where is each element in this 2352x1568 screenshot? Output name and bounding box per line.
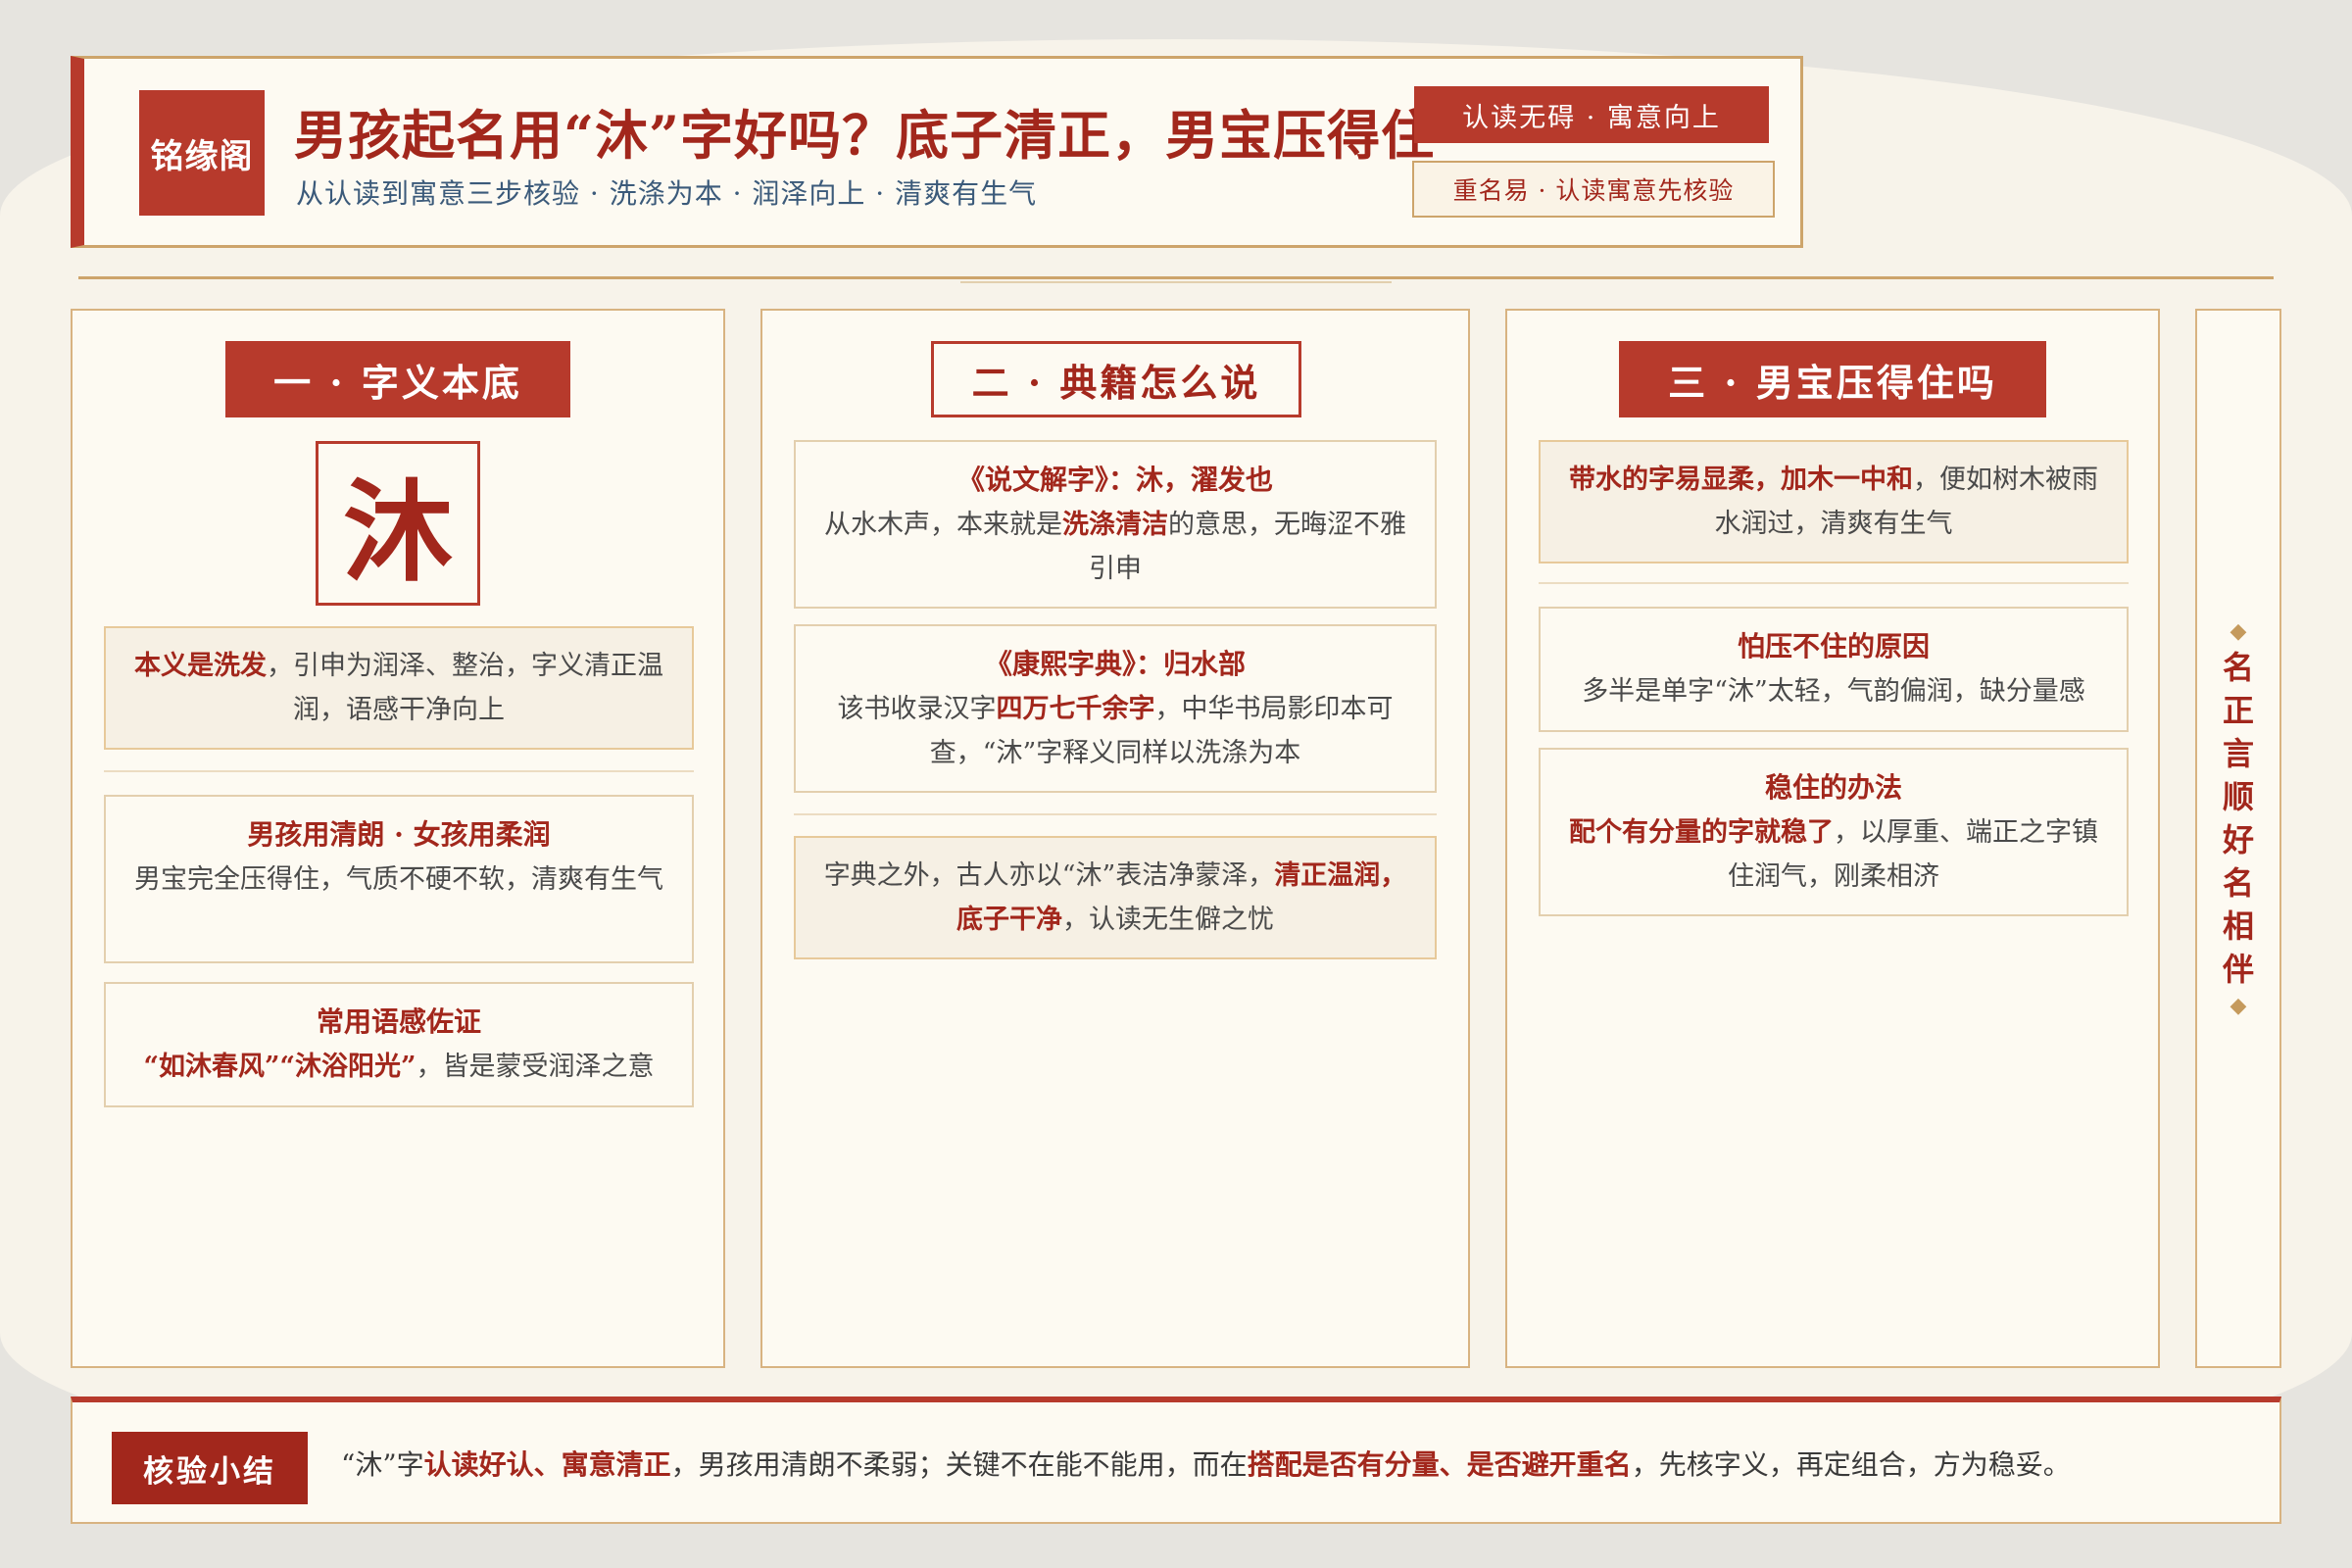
- suitability-card-solution-highlight: 配个有分量的字就稳了: [1569, 817, 1834, 848]
- meaning-card-gender: 男孩用清朗 · 女孩用柔润 男宝完全压得住，气质不硬不软，清爽有生气: [104, 795, 694, 963]
- side-motto: ◆ 名 正 言 顺 好 名 相 伴 ◆: [2197, 616, 2279, 1020]
- suitability-card-cause: 怕压不住的原因 多半是单字“沐”太轻，气韵偏润，缺分量感: [1539, 607, 2129, 732]
- badge-primary: 认读无碍 · 寓意向上: [1414, 86, 1769, 143]
- meaning-card-usage-highlight: “如沐春风”“沐浴阳光”: [143, 1052, 416, 1082]
- section-divider: [1539, 582, 2129, 584]
- suitability-card-balance: 带水的字易显柔，加木一中和，便如树木被雨水润过，清爽有生气: [1539, 440, 2129, 564]
- summary-highlight: 认读好认、寓意清正: [423, 1448, 671, 1481]
- summary-text-part: “沐”字: [341, 1448, 424, 1481]
- summary-text-part: ，男孩用清朗不柔弱；关键不在能不能用，而在: [670, 1448, 1248, 1481]
- summary-highlight: 搭配是否有分量、是否避开重名: [1247, 1448, 1632, 1481]
- summary-text: “沐”字认读好认、寓意清正，男孩用清朗不柔弱；关键不在能不能用，而在搭配是否有分…: [341, 1442, 2071, 1489]
- summary-text-part: ，先核字义，再定组合，方为稳妥。: [1631, 1448, 2071, 1481]
- divider-rule-inner: [960, 281, 1392, 283]
- classics-card-ancient-text-a: 字典之外，古人亦以“沐”表洁净蒙泽，: [823, 860, 1275, 891]
- divider-rule: [78, 276, 2274, 279]
- page-title: 男孩起名用“沐”字好吗？底子清正，男宝压得住: [294, 104, 1436, 167]
- summary-bar: 核验小结 “沐”字认读好认、寓意清正，男孩用清朗不柔弱；关键不在能不能用，而在搭…: [71, 1396, 2281, 1524]
- section-divider: [794, 813, 1437, 815]
- meaning-card-origin: 本义是洗发，引申为润泽、整治，字义清正温润，语感干净向上: [104, 626, 694, 750]
- side-motto-char: 名: [2222, 864, 2254, 902]
- diamond-icon: ◆: [2230, 993, 2247, 1018]
- side-motto-char: 言: [2222, 735, 2254, 772]
- classics-card-ancient: 字典之外，古人亦以“沐”表洁净蒙泽，清正温润，底子干净，认读无生僻之忧: [794, 836, 1437, 959]
- badge-secondary: 重名易 · 认读寓意先核验: [1412, 161, 1775, 218]
- meaning-card-usage-title: 常用语感佐证: [316, 1005, 481, 1038]
- section-divider: [104, 770, 694, 772]
- classics-card-kangxi-text-a: 该书收录汉字: [837, 694, 997, 724]
- section-classics-heading: 二 · 典籍怎么说: [931, 341, 1301, 417]
- classics-card-kangxi-highlight: 四万七千余字: [996, 694, 1155, 724]
- featured-character: 沐: [316, 441, 480, 606]
- side-motto-char: 伴: [2222, 951, 2254, 988]
- side-motto-char: 名: [2222, 649, 2254, 686]
- section-classics: 二 · 典籍怎么说 《说文解字》：沐，濯发也 从水木声，本来就是洗涤清洁的意思，…: [760, 309, 1470, 1368]
- classics-card-ancient-text-b: ，认读无生僻之忧: [1062, 905, 1274, 935]
- classics-card-shuowen-highlight: 洗涤清洁: [1062, 510, 1168, 540]
- side-motto-char: 顺: [2222, 778, 2254, 815]
- section-meaning-heading: 一 · 字义本底: [225, 341, 570, 417]
- section-suitability-heading: 三 · 男宝压得住吗: [1619, 341, 2046, 417]
- meaning-card-origin-highlight: 本义是洗发: [134, 651, 267, 681]
- side-motto-char: 相: [2222, 907, 2254, 945]
- diamond-icon: ◆: [2230, 618, 2247, 644]
- meaning-card-usage-text: ，皆是蒙受润泽之意: [416, 1052, 655, 1082]
- section-suitability: 三 · 男宝压得住吗 带水的字易显柔，加木一中和，便如树木被雨水润过，清爽有生气…: [1505, 309, 2160, 1368]
- suitability-card-solution-title: 稳住的办法: [1764, 771, 1902, 804]
- classics-card-kangxi-title: 《康熙字典》：归水部: [984, 648, 1246, 680]
- side-motto-char: 正: [2222, 692, 2254, 729]
- meaning-card-gender-text: 男宝完全压得住，气质不硬不软，清爽有生气: [134, 864, 663, 895]
- classics-card-kangxi: 《康熙字典》：归水部 该书收录汉字四万七千余字，中华书局影印本可查，“沐”字释义…: [794, 624, 1437, 793]
- section-meaning: 一 · 字义本底 沐 本义是洗发，引申为润泽、整治，字义清正温润，语感干净向上 …: [71, 309, 725, 1368]
- meaning-card-origin-text: ，引申为润泽、整治，字义清正温润，语感干净向上: [267, 651, 663, 725]
- suitability-card-balance-highlight: 带水的字易显柔，加木一中和: [1569, 465, 1913, 495]
- classics-card-shuowen: 《说文解字》：沐，濯发也 从水木声，本来就是洗涤清洁的意思，无晦涩不雅引申: [794, 440, 1437, 609]
- classics-card-shuowen-title: 《说文解字》：沐，濯发也: [956, 464, 1273, 496]
- summary-label: 核验小结: [112, 1432, 308, 1504]
- meaning-card-usage: 常用语感佐证 “如沐春风”“沐浴阳光”，皆是蒙受润泽之意: [104, 982, 694, 1107]
- side-motto-panel: ◆ 名 正 言 顺 好 名 相 伴 ◆: [2195, 309, 2281, 1368]
- page-subtitle: 从认读到寓意三步核验 · 洗涤为本 · 润泽向上 · 清爽有生气: [296, 177, 1038, 210]
- header-banner: 铭缘阁 男孩起名用“沐”字好吗？底子清正，男宝压得住 从认读到寓意三步核验 · …: [71, 56, 1803, 248]
- classics-card-shuowen-text-a: 从水木声，本来就是: [824, 510, 1062, 540]
- suitability-card-cause-title: 怕压不住的原因: [1737, 630, 1930, 662]
- suitability-card-solution: 稳住的办法 配个有分量的字就稳了，以厚重、端正之字镇住润气，刚柔相济: [1539, 748, 2129, 916]
- meaning-card-gender-title: 男孩用清朗 · 女孩用柔润: [247, 818, 551, 851]
- side-motto-char: 好: [2222, 821, 2254, 858]
- brand-logo: 铭缘阁: [139, 90, 265, 216]
- suitability-card-cause-text: 多半是单字“沐”太轻，气韵偏润，缺分量感: [1582, 676, 2085, 707]
